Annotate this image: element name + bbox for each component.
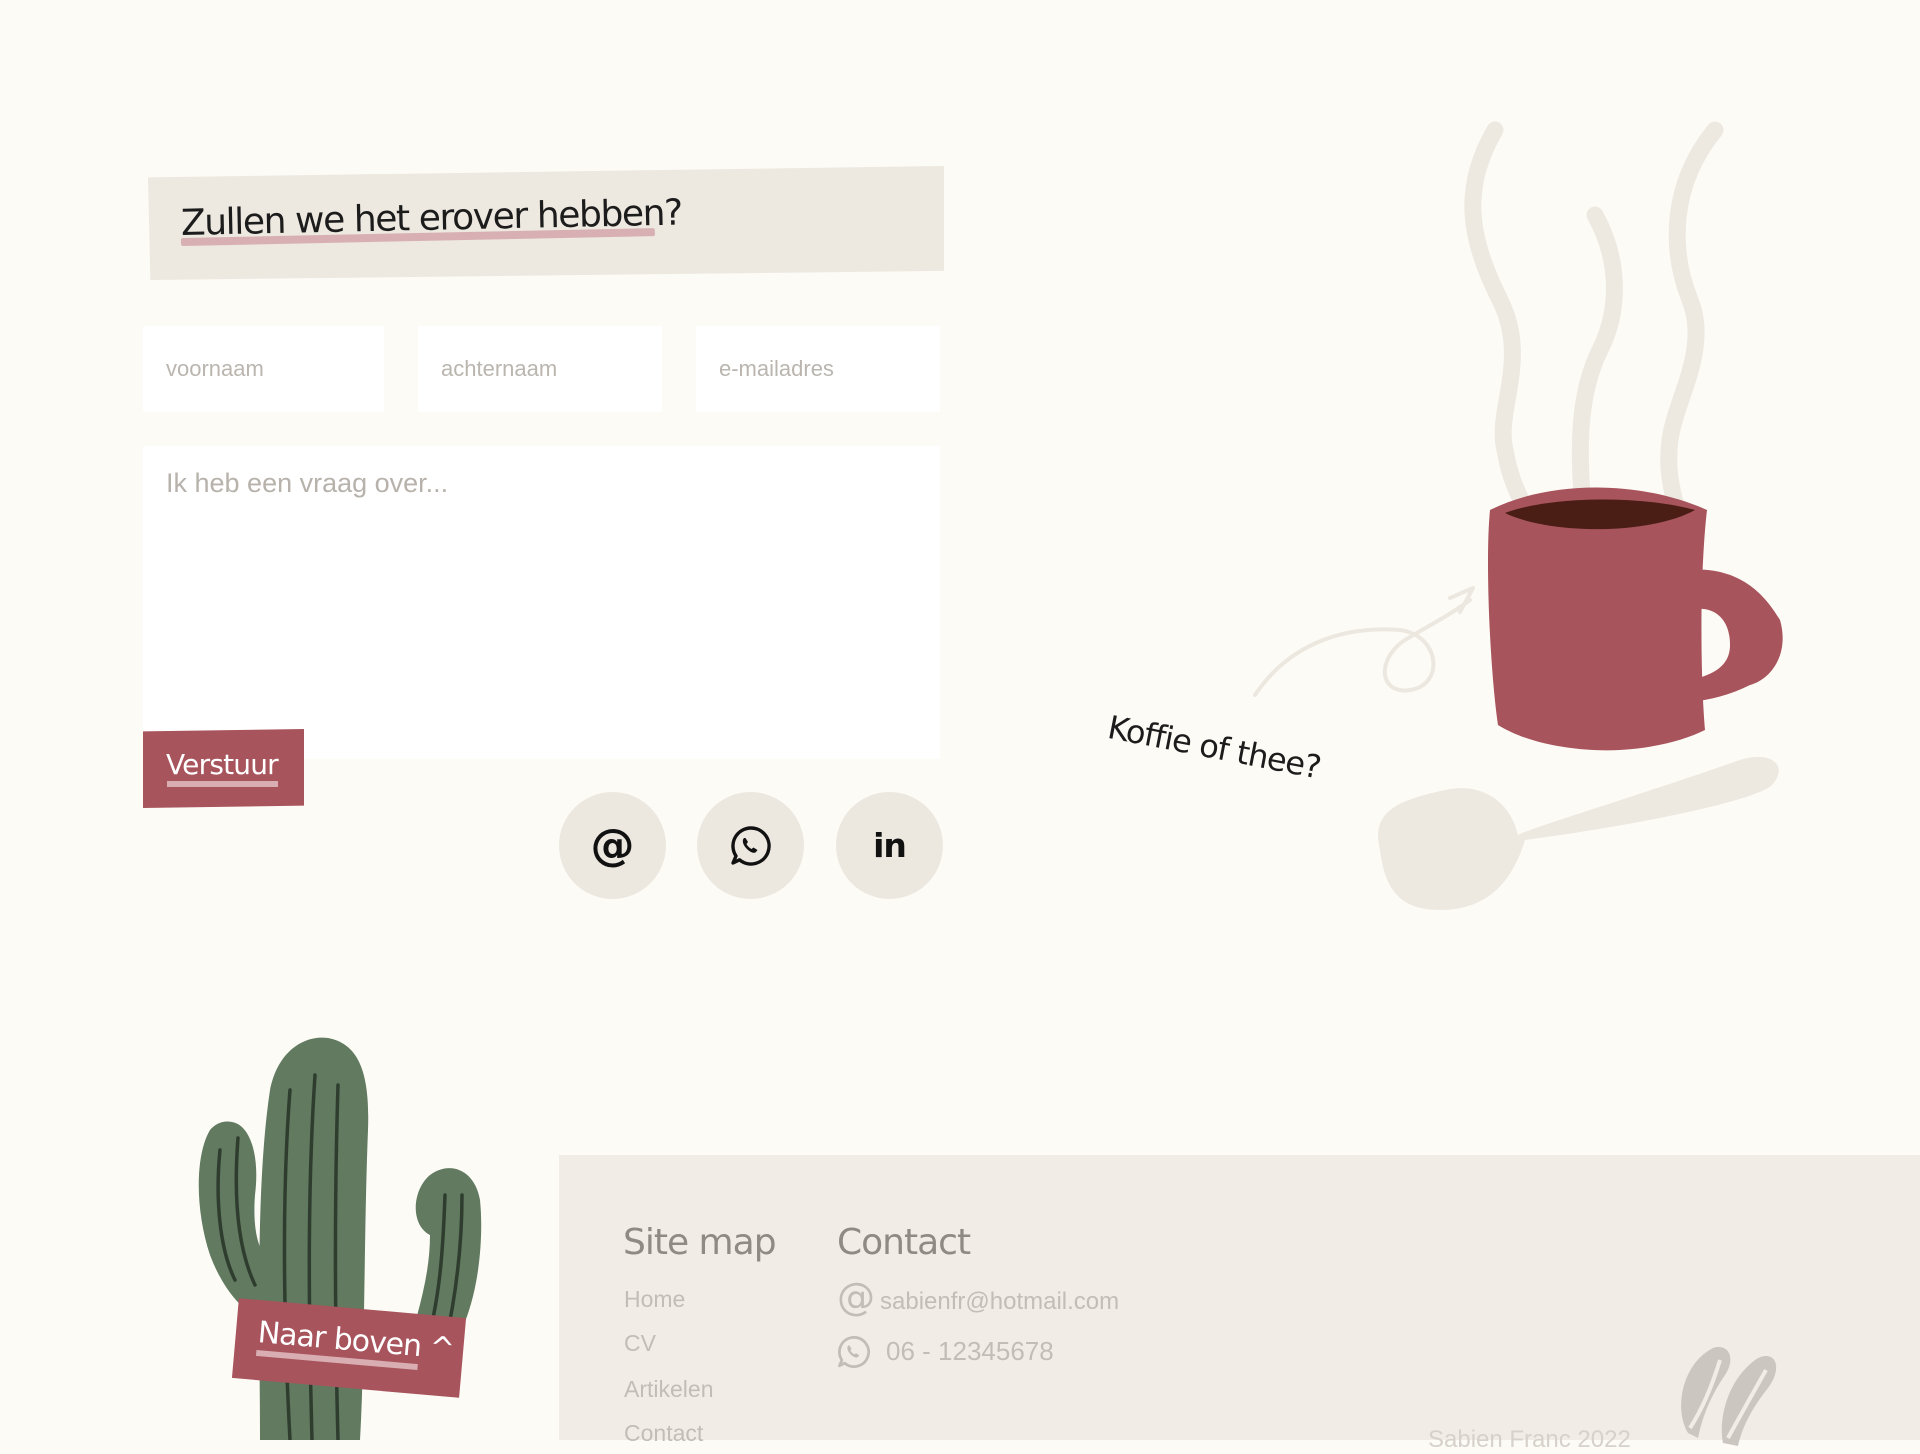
message-field[interactable] <box>143 446 940 759</box>
at-sign-icon: @ <box>837 1275 875 1319</box>
swirl-arrow <box>1253 598 1472 697</box>
footer-contact-heading: Contact <box>837 1222 971 1263</box>
footer-phone[interactable]: 06 - 12345678 <box>886 1336 1054 1367</box>
coffee-illustration <box>1253 121 1783 910</box>
footer-copyright: Sabien Franc 2022 <box>1428 1426 1631 1453</box>
linkedin-social-button[interactable]: in <box>836 792 943 899</box>
last-name-field[interactable] <box>418 326 662 412</box>
footer-link-artikelen[interactable]: Artikelen <box>624 1376 713 1403</box>
sitemap-heading: Site map <box>623 1222 777 1263</box>
footer-link-contact[interactable]: Contact <box>624 1420 703 1447</box>
submit-underline <box>167 781 278 787</box>
leaf-logo-icon <box>1681 1347 1777 1446</box>
submit-button[interactable]: Verstuur <box>143 729 304 808</box>
email-social-button[interactable]: @ <box>559 792 666 899</box>
submit-label: Verstuur <box>166 748 279 781</box>
whatsapp-social-button[interactable] <box>697 792 804 899</box>
steam-lines <box>1464 121 1724 524</box>
whatsapp-icon <box>730 825 771 866</box>
spoon <box>1378 756 1779 910</box>
whatsapp-icon <box>838 1336 870 1368</box>
footer-email[interactable]: sabienfr@hotmail.com <box>880 1288 1119 1316</box>
footer-link-cv[interactable]: CV <box>624 1330 656 1357</box>
email-field[interactable] <box>696 326 940 412</box>
footer-link-home[interactable]: Home <box>624 1286 685 1313</box>
first-name-field[interactable] <box>143 326 384 412</box>
linkedin-icon: in <box>873 826 907 865</box>
at-sign-icon: @ <box>590 820 635 871</box>
